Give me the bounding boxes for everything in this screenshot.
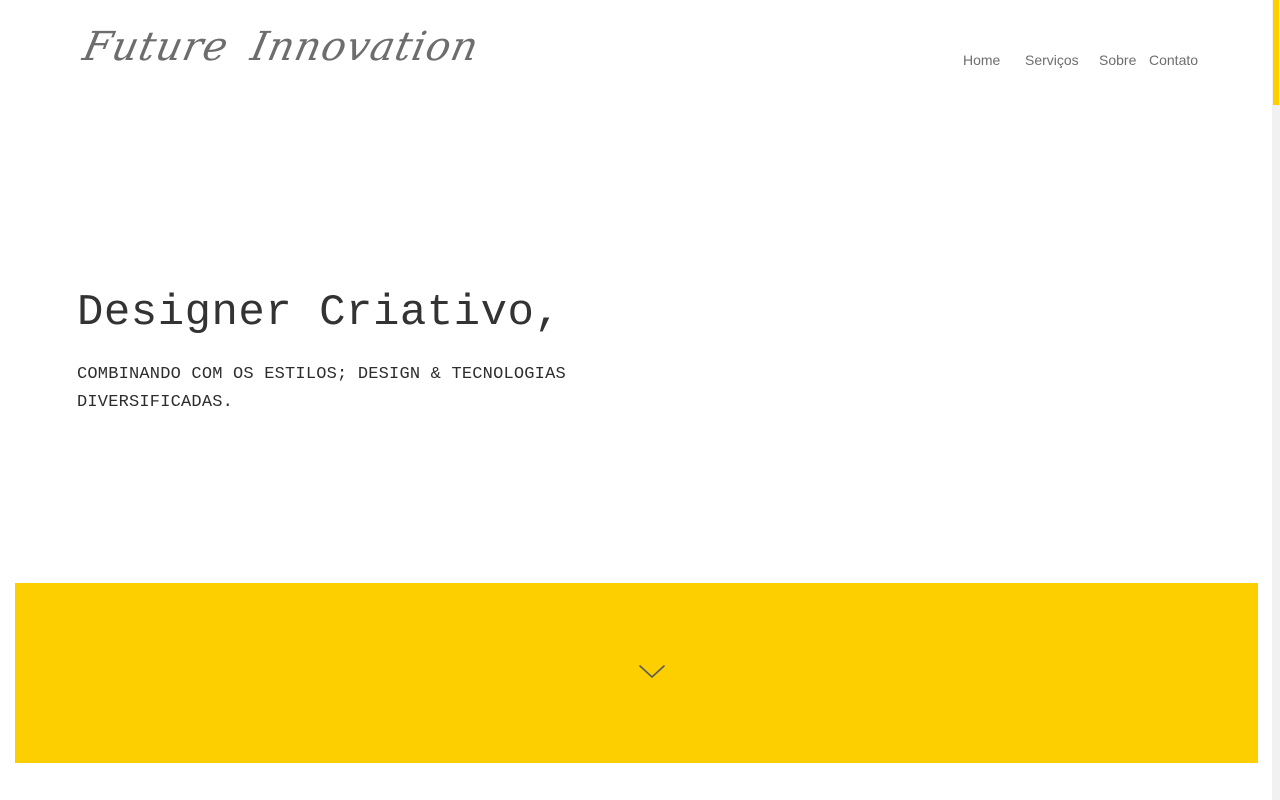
site-header: Future Innovation Home Serviços Sobre Co… (0, 0, 1272, 110)
nav-link-contact[interactable]: Contato (1149, 52, 1198, 68)
scroll-down-button[interactable] (639, 665, 665, 679)
yellow-banner (15, 583, 1258, 763)
hero-subtitle: COMBINANDO COM OS ESTILOS; DESIGN & TECN… (77, 365, 566, 412)
site-logo[interactable]: Future Innovation (79, 24, 483, 70)
nav-link-home[interactable]: Home (963, 52, 1000, 68)
hero-section: Designer Criativo, COMBINANDO COM OS EST… (77, 287, 717, 417)
chevron-down-icon (639, 665, 665, 678)
hero-title: Designer Criativo, (77, 288, 562, 338)
nav-link-about[interactable]: Sobre (1099, 52, 1136, 68)
page-scrollbar[interactable] (1272, 0, 1280, 800)
scrollbar-thumb[interactable] (1273, 0, 1279, 105)
nav-link-services[interactable]: Serviços (1025, 52, 1079, 68)
